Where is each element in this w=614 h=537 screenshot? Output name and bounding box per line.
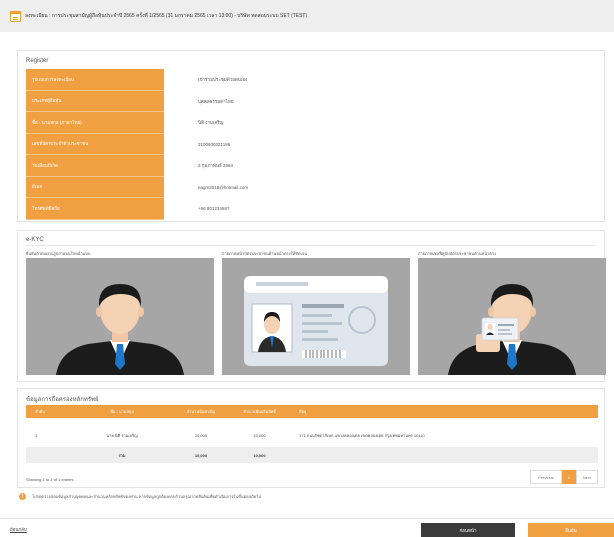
selfie-with-card-photo[interactable] (418, 258, 606, 375)
calendar-icon (10, 10, 21, 22)
cell-preferred: 10,000 (253, 432, 266, 438)
total-label: รวม (118, 452, 126, 458)
stock-card: ข้อมูลการถือครองหลักทรัพย์ ลำดับ ชื่อ - … (17, 388, 605, 488)
col-header-preferred[interactable]: จำนวนหุ้นบุริมสิทธิ์ (232, 408, 287, 415)
register-value: 3100600321196 (198, 141, 231, 147)
back-link[interactable]: ย้อนกลับ (10, 526, 27, 533)
cell-no: 1 (35, 432, 38, 438)
stock-title: ข้อมูลการถือครองหลักทรัพย์ (26, 397, 99, 403)
page-header: ลงทะเบียน : การประชุมสามัญผู้ถือหุ้นประจ… (0, 0, 614, 32)
notice: ! โปรดตรวจสอบข้อมูลส่วนบุคคลและจำนวนหลัก… (19, 493, 261, 500)
ekyc-caption-selfie: ยืนยันตัวตนผ่านรูปถ่ายบนใบหน้าแบบ (26, 251, 91, 256)
register-label: โทรศัพท์มือถือ (26, 198, 164, 220)
register-label: อีเมล (26, 176, 164, 198)
pagination: Previous 1 Next (530, 470, 598, 484)
register-row: รูปแบบการลงทะเบียน เข้าร่วมประชุมด้วยตนเ… (26, 69, 596, 91)
register-label: เลขที่บัตรประจำตัวประชาชน (26, 133, 164, 155)
register-card: Register รูปแบบการลงทะเบียน เข้าร่วมประช… (17, 50, 605, 222)
total-preferred: 10,000 (253, 452, 266, 458)
register-row: ชื่อ - นามสกุล (ภาษาไทย) นิติ งามเจริญ (26, 112, 596, 134)
register-title: Register (26, 58, 49, 64)
register-label: ชื่อ - นามสกุล (ภาษาไทย) (26, 112, 164, 134)
register-value: บุคคลธรรมดาไทย (198, 98, 234, 104)
register-value: +66 801234697 (198, 206, 230, 212)
register-row: อีเมล eagm2018@hotmail.com (26, 176, 596, 198)
confirm-button[interactable]: ยืนยัน (528, 523, 614, 537)
register-row: เลขที่บัตรประจำตัวประชาชน 3100600321196 (26, 133, 596, 155)
idcard-photo[interactable] (222, 258, 410, 375)
table-total-row: รวม 10,000 10,000 (26, 447, 598, 463)
ekyc-caption-idcard: ถ่ายภาพหน้าบัตรประชาชนด้านหน้าตรงให้ชัดเ… (222, 251, 307, 256)
col-header-no[interactable]: ลำดับ (26, 408, 74, 415)
notice-text: โปรดตรวจสอบข้อมูลส่วนบุคคลและจำนวนหลักทร… (32, 494, 261, 499)
register-table: รูปแบบการลงทะเบียน เข้าร่วมประชุมด้วยตนเ… (26, 69, 596, 220)
col-header-common[interactable]: จำนวนหุ้นสามัญ (170, 408, 232, 415)
table-row: 1 นาย นิติ งามเจริญ 10,000 10,000 171 ถน… (26, 427, 598, 443)
cell-name: นาย นิติ งามเจริญ (106, 432, 138, 438)
stock-table-header: ลำดับ ชื่อ - นามสกุล จำนวนหุ้นสามัญ จำนว… (26, 405, 598, 418)
person-illustration (56, 284, 184, 375)
entries-info: Showing 1 to 1 of 1 entries (26, 477, 74, 482)
id-card-illustration (244, 276, 388, 366)
register-value: eagm2018@hotmail.com (198, 184, 249, 190)
pagination-previous[interactable]: Previous (530, 470, 562, 484)
register-row: วันเดือนปีเกิด 2 กุมภาพันธ์ 2564 (26, 155, 596, 177)
divider (26, 245, 596, 246)
register-row: โทรศัพท์มือถือ +66 801234697 (26, 198, 596, 220)
register-value: 2 กุมภาพันธ์ 2564 (198, 163, 233, 169)
ekyc-caption-selfie-with-card: ถ่ายภาพเซลฟี่คู่กับบัตรประชาชนด้านหน้าตร… (418, 251, 496, 256)
register-label: วันเดือนปีเกิด (26, 155, 164, 177)
cell-common: 10,000 (194, 432, 208, 438)
pagination-next[interactable]: Next (576, 470, 598, 484)
info-icon: ! (19, 493, 26, 500)
register-row: ประเภทผู้ถือหุ้น บุคคลธรรมดาไทย (26, 90, 596, 112)
register-value: นิติ งามเจริญ (198, 120, 224, 126)
col-header-address[interactable]: ที่อยู่ (287, 408, 598, 415)
footer-divider (0, 518, 614, 519)
page-title: ลงทะเบียน : การประชุมสามัญผู้ถือหุ้นประจ… (25, 13, 308, 19)
total-common: 10,000 (194, 452, 208, 458)
cell-address: 171 ถนนรัชดาภิเษก แขวงคลองเตย เขตคลองเตย… (299, 432, 425, 438)
register-label: รูปแบบการลงทะเบียน (26, 69, 164, 91)
register-label: ประเภทผู้ถือหุ้น (26, 90, 164, 112)
ekyc-title: e-KYC (26, 237, 44, 243)
pagination-page-1[interactable]: 1 (562, 470, 576, 484)
ekyc-card: e-KYC ยืนยันตัวตนผ่านรูปถ่ายบนใบหน้าแบบ … (17, 230, 606, 382)
register-value: เข้าร่วมประชุมด้วยตนเอง (198, 77, 248, 83)
person-with-card-illustration (448, 284, 576, 375)
selfie-photo[interactable] (26, 258, 214, 375)
previous-button[interactable]: ก่อนหน้า (421, 523, 515, 537)
col-header-name[interactable]: ชื่อ - นามสกุล (74, 408, 170, 415)
